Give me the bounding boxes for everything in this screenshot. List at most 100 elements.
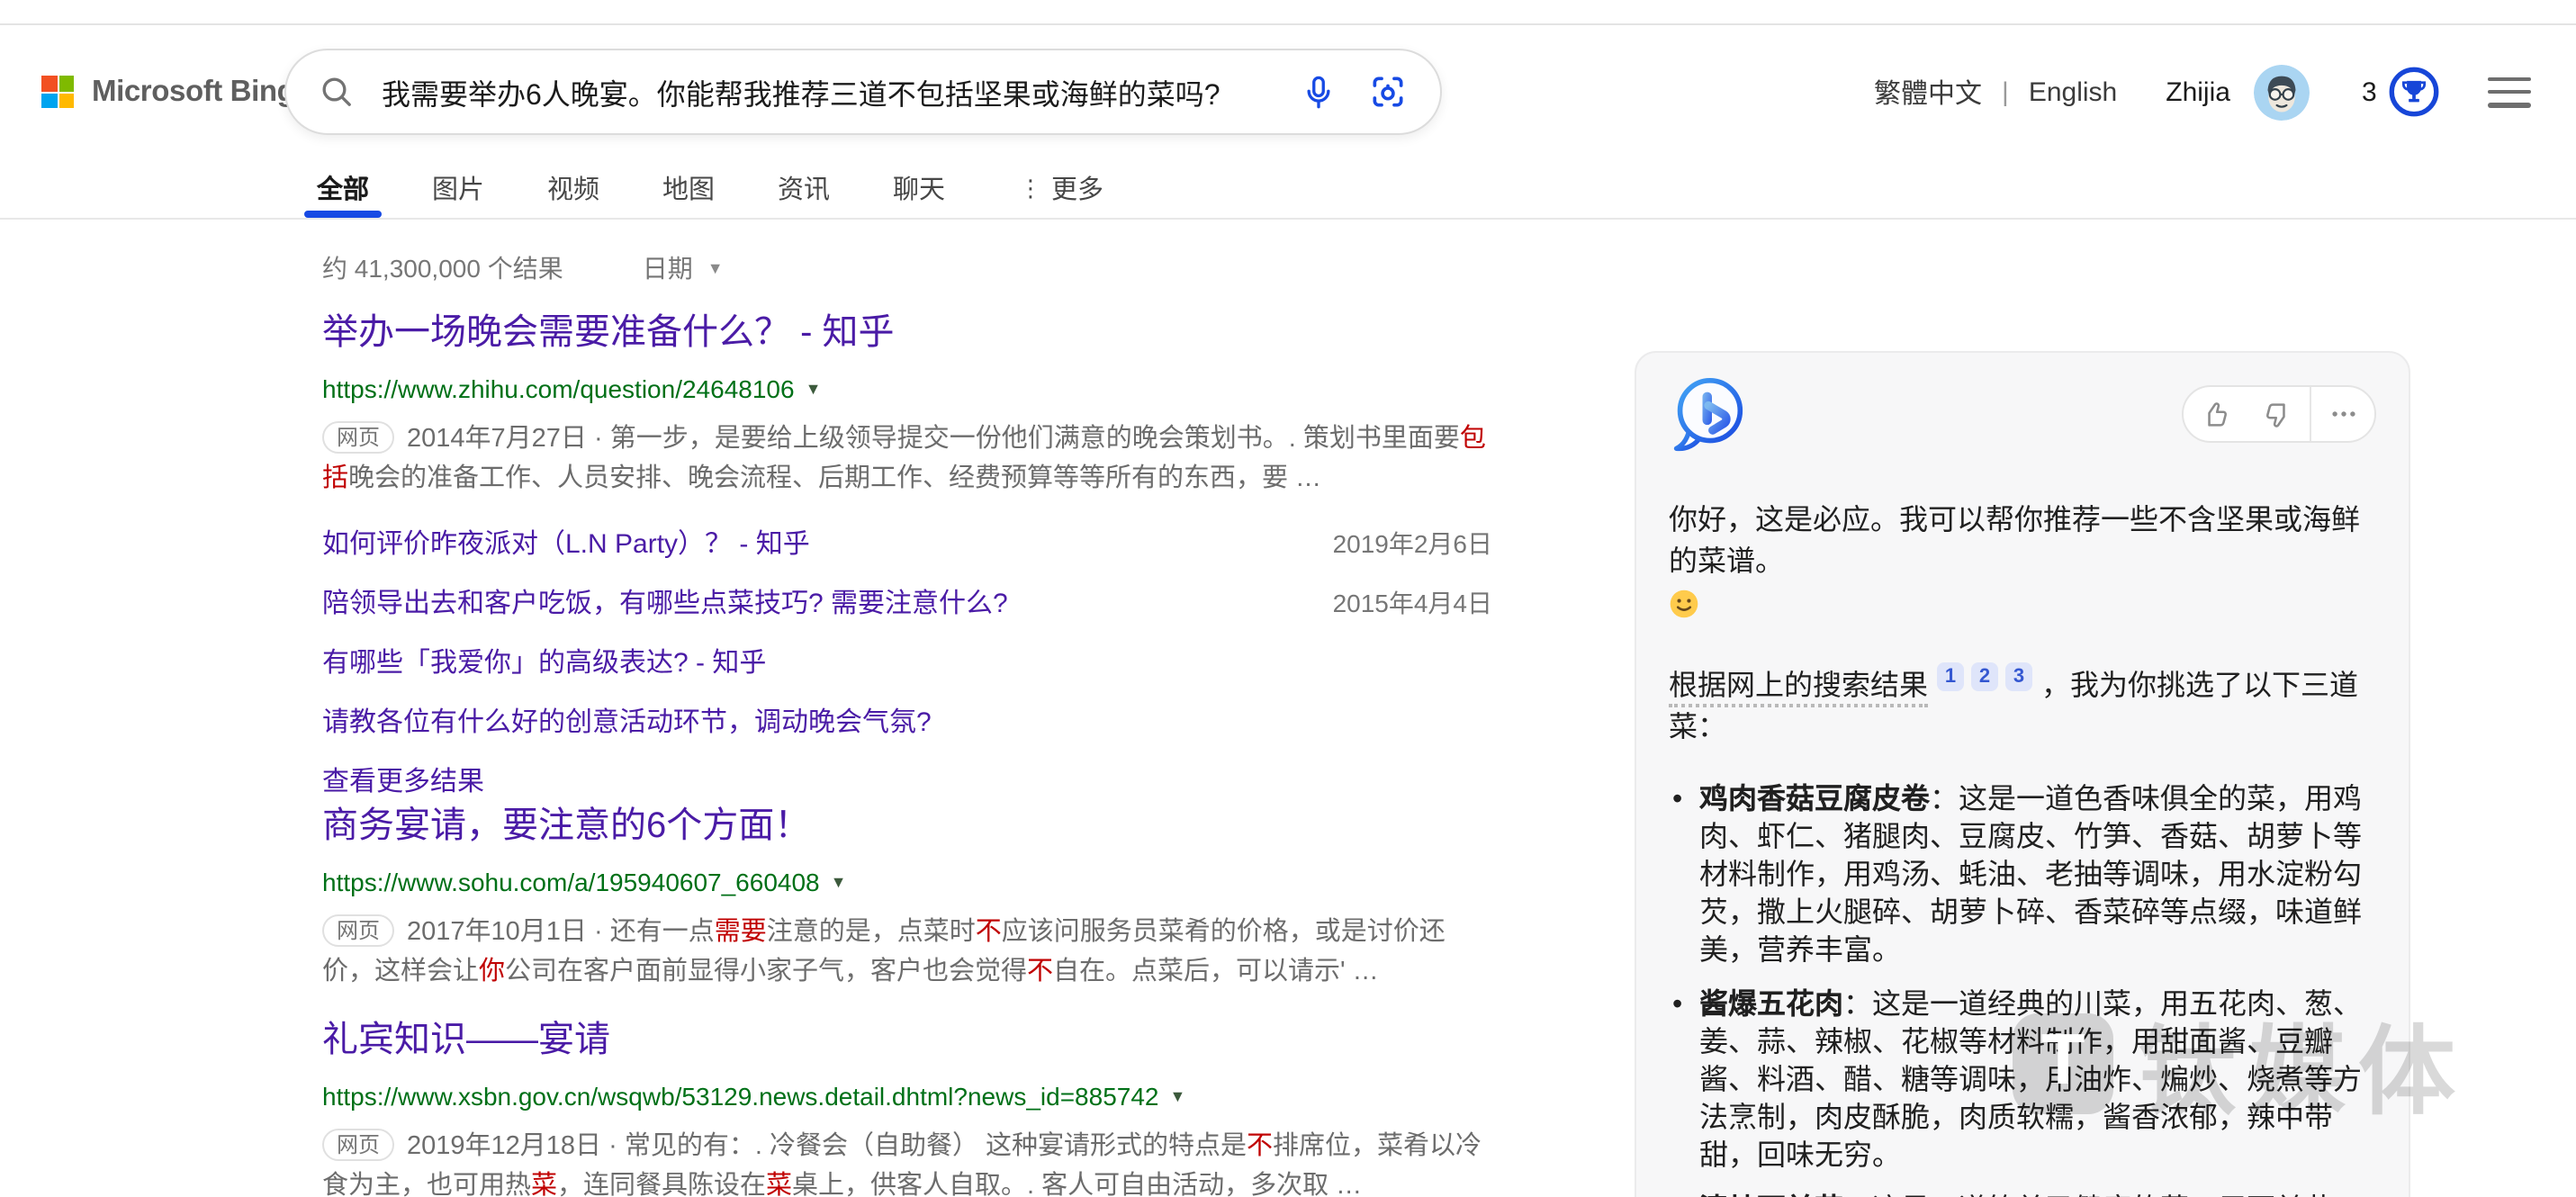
tab-资讯[interactable]: 资讯 bbox=[778, 158, 830, 218]
sublink[interactable]: 请教各位有什么好的创意活动环节，调动晚会气氛? bbox=[322, 702, 932, 740]
tab-label: 全部 bbox=[317, 169, 369, 207]
snippet-text: 还有一点 bbox=[610, 918, 715, 947]
rewards-trophy-icon[interactable] bbox=[2390, 67, 2440, 117]
result-snippet: 网页2017年10月1日 · 还有一点需要注意的是，点菜时不应该问服务员菜肴的价… bbox=[322, 914, 1492, 992]
username-link[interactable]: Zhijia bbox=[2166, 76, 2230, 107]
webpage-badge: 网页 bbox=[322, 914, 394, 947]
snippet-text: 注意的是，点菜时 bbox=[767, 918, 976, 947]
sublink-row: 有哪些「我爱你」的高级表达? - 知乎 bbox=[322, 643, 1492, 680]
result-title: 商务宴请，要注意的6个方面！ bbox=[322, 803, 1492, 851]
microsoft-logo-icon bbox=[41, 76, 74, 108]
sublink[interactable]: 有哪些「我爱你」的高级表达? - 知乎 bbox=[322, 643, 766, 680]
language-english[interactable]: English bbox=[2029, 76, 2117, 107]
result-title-link[interactable]: 礼宾知识——宴请 bbox=[322, 1021, 610, 1060]
brand-text: Microsoft Bing bbox=[92, 75, 294, 109]
result-url[interactable]: https://www.sohu.com/a/195940607_660408 ▼ bbox=[322, 864, 1492, 900]
vertical-dots-icon: ⋮ bbox=[1019, 176, 1042, 200]
thumbs-down-button[interactable] bbox=[2247, 387, 2310, 441]
tab-聊天[interactable]: 聊天 bbox=[893, 158, 945, 218]
chat-intro-paragraph: 你好，这是必应。我可以帮你推荐一些不含坚果或海鲜的菜谱。 bbox=[1669, 500, 2376, 619]
sublink-date: 2019年2月6日 bbox=[1333, 526, 1492, 562]
highlighted-term: 不 bbox=[1247, 1132, 1273, 1161]
dish-name: 鸡肉香菇豆腐皮卷 bbox=[1699, 785, 1930, 815]
snippet-text: 晚会的准备工作、人员安排、晚会流程、后期工作、经费预算等等所有的东西，要 … bbox=[348, 464, 1321, 492]
result-url[interactable]: https://www.xsbn.gov.cn/wsqwb/53129.news… bbox=[322, 1078, 1492, 1114]
results-count: 约 41,300,000 个结果 bbox=[322, 250, 563, 286]
citation-lead-text: 根据网上的搜索结果 bbox=[1669, 671, 1928, 707]
snippet-text: 第一步，是要给上级领导提交一份他们满意的晚会策划书。. 策划书里面要 bbox=[610, 425, 1460, 454]
language-traditional-chinese[interactable]: 繁體中文 bbox=[1874, 73, 1982, 111]
tab-全部[interactable]: 全部 bbox=[317, 158, 369, 218]
chevron-down-icon: ▼ bbox=[707, 259, 724, 277]
result-snippet: 网页 2019年12月18日 · 常见的有：. 冷餐会（自助餐） 这种宴请形式的特… bbox=[322, 1129, 1492, 1197]
citation-badge[interactable]: 3 bbox=[2005, 662, 2032, 691]
result-date: 2019年12月18日 · bbox=[407, 1132, 625, 1161]
rewards-count[interactable]: 3 bbox=[2362, 76, 2377, 107]
sublink-date: 2015年4月4日 bbox=[1333, 585, 1492, 621]
result-title-link[interactable]: 商务宴请，要注意的6个方面！ bbox=[322, 806, 810, 846]
citation-badge[interactable]: 1 bbox=[1937, 662, 1964, 691]
result-snippet: 网页2014年7月27日 · 第一步，是要给上级领导提交一份他们满意的晚会策划书… bbox=[322, 421, 1492, 499]
account-bar: 繁體中文 | English Zhijia 3 bbox=[1874, 0, 2532, 184]
result-title: 举办一场晚会需要准备什么？ - 知乎 bbox=[322, 310, 1492, 358]
chevron-down-icon: ▼ bbox=[831, 864, 847, 900]
search-result: 商务宴请，要注意的6个方面！ https://www.sohu.com/a/195… bbox=[322, 803, 1492, 992]
tab-地图[interactable]: 地图 bbox=[662, 158, 715, 218]
visual-search-icon[interactable] bbox=[1368, 72, 1408, 112]
highlighted-term: 菜 bbox=[531, 1171, 557, 1197]
chevron-down-icon: ▼ bbox=[806, 371, 822, 407]
feedback-toolbar bbox=[2182, 385, 2376, 443]
bing-logo[interactable]: Microsoft Bing bbox=[41, 59, 294, 124]
result-url-text: https://www.sohu.com/a/195940607_660408 bbox=[322, 864, 820, 900]
search-input[interactable] bbox=[378, 74, 1300, 110]
citation-badge[interactable]: 2 bbox=[1971, 662, 1998, 691]
see-more-results-link[interactable]: 查看更多结果 bbox=[322, 767, 484, 797]
highlighted-term: 不 bbox=[1027, 957, 1053, 986]
bing-search-page: Microsoft Bing 繁體中文 | English bbox=[0, 0, 2576, 1197]
result-title-link[interactable]: 举办一场晚会需要准备什么？ - 知乎 bbox=[322, 313, 895, 353]
dish-item: 鸡肉香菇豆腐皮卷：这是一道色香味俱全的菜，用鸡肉、虾仁、猪腿肉、豆腐皮、竹笋、香… bbox=[1699, 781, 2376, 970]
sublink-row: 陪领导出去和客户吃饭，有哪些点菜技巧? 需要注意什么? 2015年4月4日 bbox=[322, 583, 1492, 621]
tab-视频[interactable]: 视频 bbox=[547, 158, 599, 218]
language-separator: | bbox=[2002, 76, 2009, 107]
webpage-badge: 网页 bbox=[322, 421, 394, 454]
result-title: 礼宾知识——宴请 bbox=[322, 1017, 1492, 1066]
tab-更多[interactable]: ⋮ 更多 bbox=[1019, 158, 1103, 218]
snippet-text: 自在。点菜后，可以请示' … bbox=[1053, 957, 1379, 986]
search-result: 举办一场晚会需要准备什么？ - 知乎 https://www.zhihu.com/… bbox=[322, 310, 1492, 799]
search-icon bbox=[319, 74, 355, 110]
snippet-text: 桌上，供客人自取。. 客人可自由活动，多次取 … bbox=[792, 1171, 1362, 1197]
chat-citation-paragraph: 根据网上的搜索结果123，我为你挑选了以下三道菜： bbox=[1669, 662, 2376, 749]
results-meta: 约 41,300,000 个结果 日期 ▼ bbox=[322, 250, 724, 286]
avatar[interactable] bbox=[2254, 64, 2310, 120]
bing-chat-answer-card: 你好，这是必应。我可以帮你推荐一些不含坚果或海鲜的菜谱。 根据网上的搜索结果 12… bbox=[1635, 351, 2410, 1197]
tab-bar: 全部 图片 视频 地图 资讯 聊天 ⋮ 更多 bbox=[317, 158, 1166, 218]
header-divider bbox=[0, 218, 2576, 220]
webpage-badge: 网页 bbox=[322, 1129, 394, 1161]
see-more-results: 查看更多结果 bbox=[322, 761, 1492, 799]
sublink[interactable]: 陪领导出去和客户吃饭，有哪些点菜技巧? 需要注意什么? bbox=[322, 583, 1008, 621]
tab-label: 视频 bbox=[547, 169, 599, 207]
highlighted-term: 不 bbox=[976, 918, 1002, 947]
chevron-down-icon: ▼ bbox=[1170, 1078, 1186, 1114]
highlighted-term: 你 bbox=[479, 957, 505, 986]
tab-label: 更多 bbox=[1051, 169, 1103, 207]
result-date: 2017年10月1日 · bbox=[407, 918, 610, 947]
dish-name: 酱爆五花肉 bbox=[1699, 990, 1843, 1021]
search-box[interactable] bbox=[284, 49, 1442, 135]
sublink-row: 如何评价昨夜派对（L.N Party）？ - 知乎 2019年2月6日 bbox=[322, 524, 1492, 562]
microphone-icon[interactable] bbox=[1300, 73, 1338, 111]
snippet-text: 常见的有：. 冷餐会（自助餐） 这种宴请形式的特点是 bbox=[625, 1132, 1247, 1161]
tab-label: 聊天 bbox=[893, 169, 945, 207]
hamburger-menu-icon[interactable] bbox=[2489, 76, 2532, 107]
sublink[interactable]: 如何评价昨夜派对（L.N Party）？ - 知乎 bbox=[322, 524, 810, 562]
more-options-button[interactable] bbox=[2311, 387, 2374, 441]
thumbs-up-button[interactable] bbox=[2184, 387, 2247, 441]
date-filter-dropdown[interactable]: 日期 ▼ bbox=[643, 250, 724, 286]
snippet-text: ，连同餐具陈设在 bbox=[557, 1171, 766, 1197]
result-url-text: https://www.zhihu.com/question/24648106 bbox=[322, 371, 795, 407]
tab-label: 地图 bbox=[662, 169, 715, 207]
result-url[interactable]: https://www.zhihu.com/question/24648106 ▼ bbox=[322, 371, 1492, 407]
tab-图片[interactable]: 图片 bbox=[432, 158, 484, 218]
tab-label: 资讯 bbox=[778, 169, 830, 207]
